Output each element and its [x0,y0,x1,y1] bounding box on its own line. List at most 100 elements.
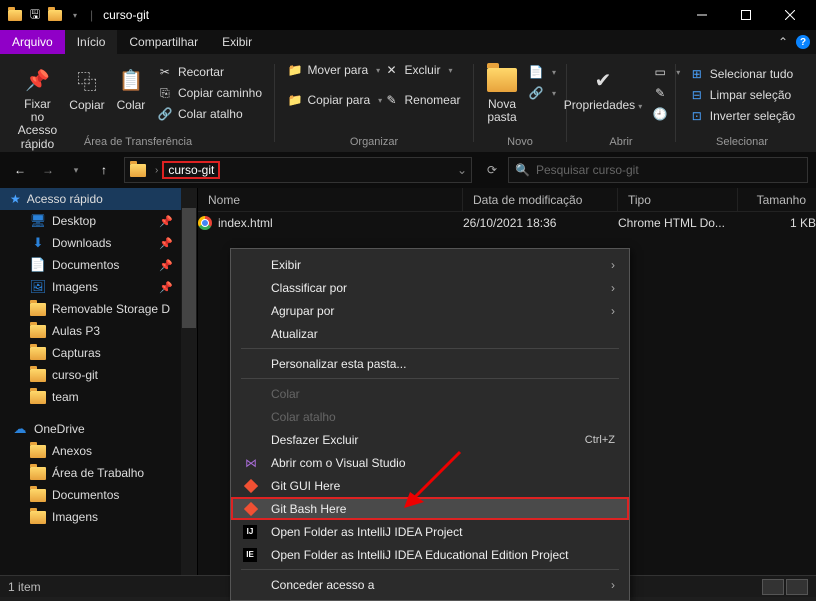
item-count: 1 item [8,580,41,594]
nav-documentos2[interactable]: Documentos [0,484,197,506]
history-dropdown[interactable]: ▾ [64,158,88,182]
tab-arquivo[interactable]: Arquivo [0,30,65,54]
col-type[interactable]: Tipo [618,188,738,211]
ctx-conceder[interactable]: Conceder acesso a› [231,573,629,596]
ctx-intellij-edu[interactable]: IEOpen Folder as IntelliJ IDEA Education… [231,543,629,566]
save-icon[interactable]: 🖫 [26,6,44,24]
nav-downloads[interactable]: ⬇Downloads📌 [0,232,197,254]
ctx-visual-studio[interactable]: ⋈Abrir com o Visual Studio [231,451,629,474]
maximize-button[interactable] [724,0,768,30]
ctx-agrupar[interactable]: Agrupar por› [231,299,629,322]
ctx-exibir[interactable]: Exibir› [231,253,629,276]
qa-icon[interactable] [46,6,64,24]
collapse-ribbon-icon[interactable]: ⌃ [778,35,788,49]
nav-capturas[interactable]: Capturas [0,342,197,364]
nav-desktop[interactable]: 🖥Desktop📌 [0,210,197,232]
minimize-button[interactable] [680,0,724,30]
group-clipboard-label: Área de Transferência [4,136,272,148]
paste-shortcut-button[interactable]: 🔗Colar atalho [153,104,266,124]
tab-exibir[interactable]: Exibir [210,30,264,54]
nav-onedrive[interactable]: ☁OneDrive [0,418,197,440]
nav-documentos[interactable]: 📄Documentos📌 [0,254,197,276]
tab-compartilhar[interactable]: Compartilhar [117,30,210,54]
column-headers[interactable]: Nome Data de modificação Tipo Tamanho [198,188,816,212]
chevron-right-icon[interactable]: › [155,165,158,176]
col-date[interactable]: Data de modificação [463,188,618,211]
forward-button[interactable]: → [36,158,60,182]
titlebar: 🖫 ▾ | curso-git [0,0,816,30]
help-icon[interactable]: ? [796,35,810,49]
breadcrumb-segment[interactable]: curso-git [162,161,220,179]
copy-to-button[interactable]: 📁Copiar para▾ [283,90,379,110]
ctx-colar: Colar [231,382,629,405]
ctx-desfazer[interactable]: Desfazer ExcluirCtrl+Z [231,428,629,451]
nav-pane[interactable]: ★Acesso rápido 🖥Desktop📌 ⬇Downloads📌 📄Do… [0,188,198,576]
file-row[interactable]: index.html 26/10/2021 18:36 Chrome HTML … [198,212,816,234]
chevron-right-icon: › [611,578,615,592]
close-button[interactable] [768,0,812,30]
new-item-button[interactable]: 📄▾ [524,62,560,82]
qa-dropdown[interactable]: ▾ [66,6,84,24]
nav-quick-access[interactable]: ★Acesso rápido [0,188,197,210]
nav-curso-git[interactable]: curso-git [0,364,197,386]
search-icon: 🔍 [515,163,530,177]
ctx-colar-atalho: Colar atalho [231,405,629,428]
file-name: index.html [218,216,273,230]
select-all-button[interactable]: ⊞Selecionar tudo [685,64,799,84]
view-thumbnails-icon[interactable] [786,579,808,595]
properties-button[interactable]: ✔Propriedades▾ [558,60,648,124]
ctx-personalizar[interactable]: Personalizar esta pasta... [231,352,629,375]
chevron-right-icon: › [611,304,615,318]
delete-button[interactable]: ✕Excluir▾ [379,60,456,80]
pin-icon: 📌 [159,237,173,250]
file-size: 1 KB [738,216,816,230]
nav-aulas[interactable]: Aulas P3 [0,320,197,342]
nav-removable[interactable]: Removable Storage D [0,298,197,320]
invert-selection-button[interactable]: ⊡Inverter seleção [685,106,799,126]
git-icon [243,501,259,517]
move-to-button[interactable]: 📁Mover para▾ [283,60,379,80]
git-icon [243,478,259,494]
nav-imagens[interactable]: 🖼Imagens📌 [0,276,197,298]
clear-selection-button[interactable]: ⊟Limpar seleção [685,85,799,105]
ribbon-tabs: Arquivo Início Compartilhar Exibir ⌃ ? [0,30,816,54]
window-title: curso-git [103,8,149,22]
view-details-icon[interactable] [762,579,784,595]
back-button[interactable]: ← [8,158,32,182]
folder-icon [6,6,24,24]
easy-access-button[interactable]: 🔗▾ [524,83,560,103]
ribbon: 📌Fixar no Acesso rápido ⿻Copiar 📋Colar ✂… [0,54,816,152]
tab-inicio[interactable]: Início [65,30,118,54]
ctx-git-gui[interactable]: Git GUI Here [231,474,629,497]
new-folder-button[interactable]: Nova pasta [480,60,524,128]
search-box[interactable]: 🔍 Pesquisar curso-git [508,157,808,183]
refresh-button[interactable]: ⟳ [480,158,504,182]
ctx-atualizar[interactable]: Atualizar [231,322,629,345]
pin-icon: 📌 [159,259,173,272]
context-menu: Exibir› Classificar por› Agrupar por› At… [230,248,630,601]
col-name[interactable]: Nome [198,188,463,211]
group-open-label: Abrir [569,136,673,148]
group-organize-label: Organizar [277,136,471,148]
up-button[interactable]: ↑ [92,158,116,182]
nav-anexos[interactable]: Anexos [0,440,197,462]
copy-path-button[interactable]: ⎘Copiar caminho [153,83,266,103]
pin-icon: 📌 [159,281,173,294]
ctx-intellij[interactable]: IJOpen Folder as IntelliJ IDEA Project [231,520,629,543]
nav-scrollbar[interactable] [181,188,197,576]
address-bar[interactable]: › curso-git ⌄ [124,157,472,183]
search-placeholder: Pesquisar curso-git [536,163,639,177]
ctx-classificar[interactable]: Classificar por› [231,276,629,299]
chevron-right-icon: › [611,281,615,295]
intellij-icon: IE [243,548,257,562]
col-size[interactable]: Tamanho [738,188,816,211]
chrome-icon [198,216,212,230]
ctx-git-bash[interactable]: Git Bash Here [231,497,629,520]
cut-button[interactable]: ✂Recortar [153,62,266,82]
group-select-label: Selecionar [678,136,806,148]
breadcrumb-dropdown-icon[interactable]: ⌄ [457,163,467,177]
nav-team[interactable]: team [0,386,197,408]
rename-button[interactable]: ✎Renomear [379,90,464,110]
nav-imagens2[interactable]: Imagens [0,506,197,528]
nav-area-trabalho[interactable]: Área de Trabalho [0,462,197,484]
